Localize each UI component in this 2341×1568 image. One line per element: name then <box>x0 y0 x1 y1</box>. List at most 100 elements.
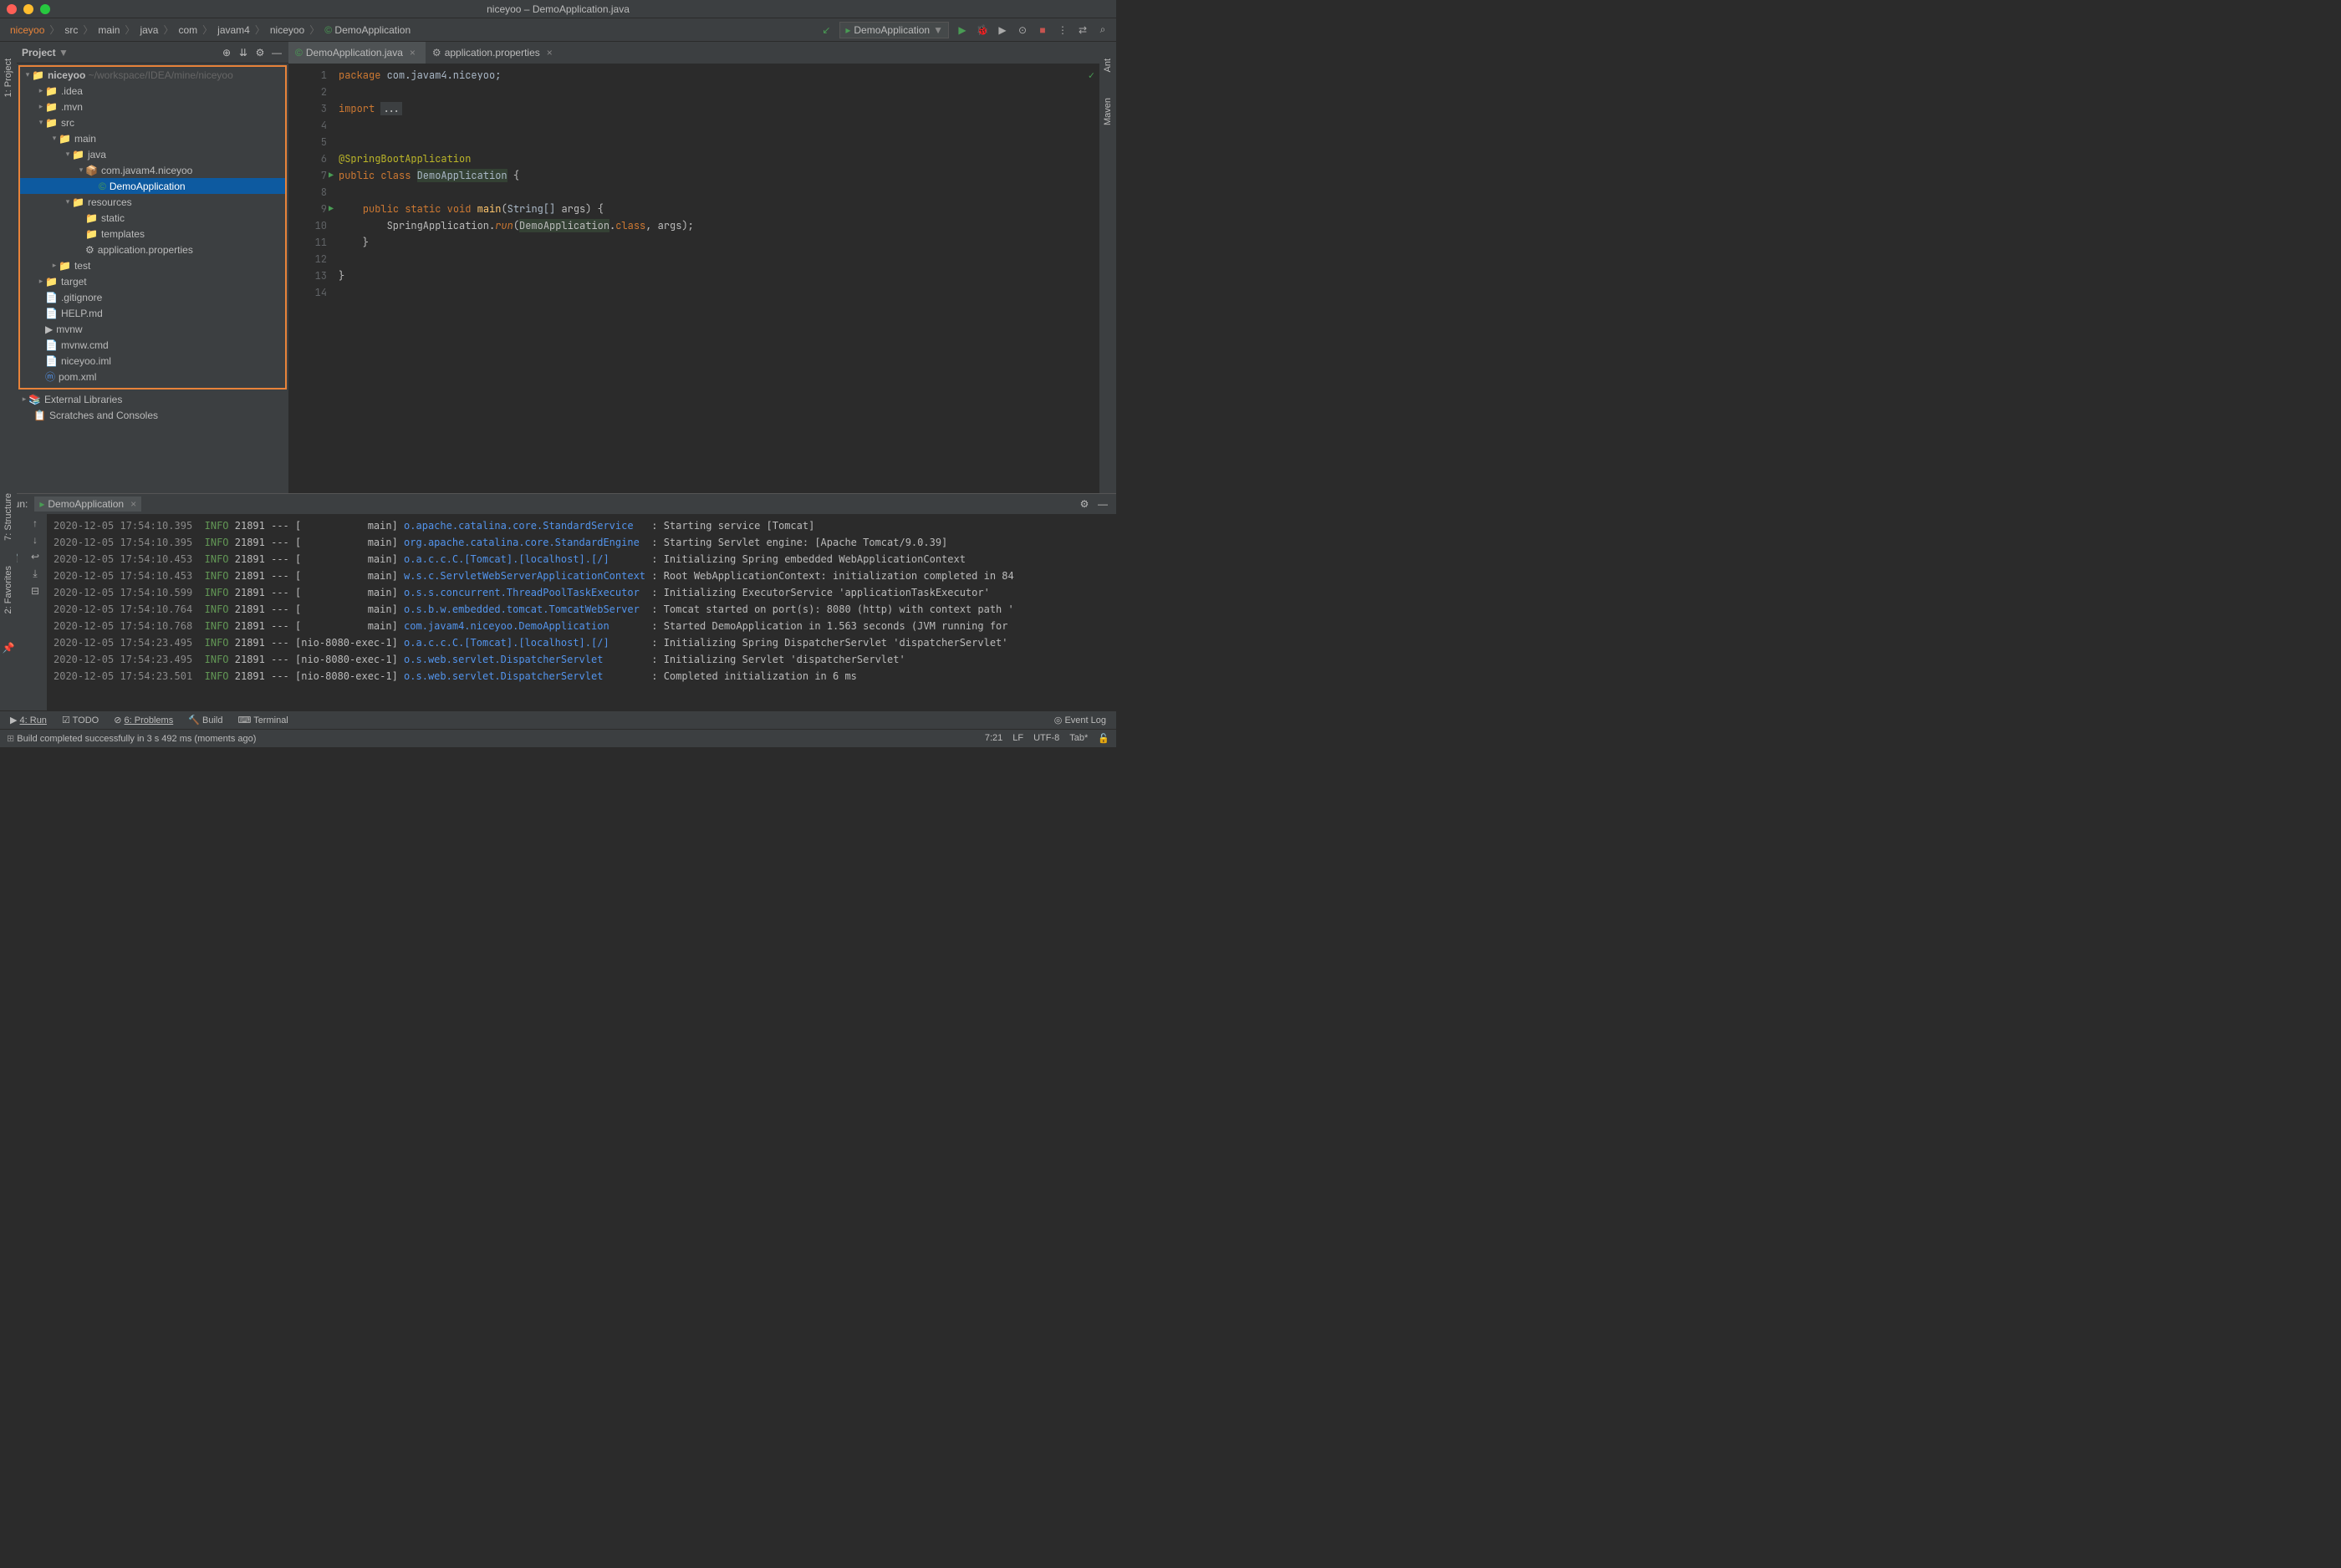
run-button[interactable]: ▶ <box>956 23 969 37</box>
lock-icon[interactable]: 🔓 <box>1098 733 1109 744</box>
close-tab-icon[interactable]: × <box>543 47 556 59</box>
breadcrumb-item[interactable]: com <box>175 24 201 36</box>
tree-item[interactable]: ©DemoApplication <box>20 178 285 194</box>
bottom-tab-run[interactable]: ▶ 4: Run <box>10 715 47 725</box>
bottom-tab-build[interactable]: 🔨 Build <box>188 715 222 725</box>
tree-item[interactable]: ▾📁resources <box>20 194 285 210</box>
log-line: 2020-12-05 17:54:10.764 INFO 21891 --- [… <box>54 601 1109 618</box>
filter-icon[interactable]: ⊟ <box>31 585 39 597</box>
more-icon[interactable]: ⋮ <box>1056 23 1069 37</box>
settings-icon[interactable]: ⚙ <box>253 46 267 59</box>
tree-item[interactable]: ▾📦com.javam4.niceyoo <box>20 162 285 178</box>
status-icon[interactable]: ⊞ <box>7 734 14 744</box>
status-message: Build completed successfully in 3 s 492 … <box>17 734 256 744</box>
sidebar-tab-project[interactable]: 1: Project <box>3 59 13 97</box>
run-settings-icon[interactable]: ⚙ <box>1078 497 1091 511</box>
tree-item[interactable]: 📄HELP.md <box>20 305 285 321</box>
maximize-window-button[interactable] <box>40 4 50 14</box>
bottom-tab-terminal[interactable]: ⌨ Terminal <box>237 715 288 725</box>
titlebar: niceyoo – DemoApplication.java <box>0 0 1116 18</box>
log-line: 2020-12-05 17:54:10.395 INFO 21891 --- [… <box>54 534 1109 551</box>
tree-item[interactable]: ▸📁target <box>20 273 285 289</box>
code-editor[interactable]: 1234567▶89▶1011121314 package com.javam4… <box>288 64 1099 493</box>
search-icon[interactable]: ⌕ <box>1096 23 1109 37</box>
breadcrumb-item[interactable]: niceyoo <box>7 24 48 36</box>
coverage-button[interactable]: ▶ <box>996 23 1009 37</box>
tree-item[interactable]: ▾📁main <box>20 130 285 146</box>
sidebar-tab-maven[interactable]: Maven <box>1103 98 1113 125</box>
run-tab[interactable]: ▸ DemoApplication × <box>34 496 141 512</box>
tree-item[interactable]: ⓜpom.xml <box>20 369 285 384</box>
console-output[interactable]: 2020-12-05 17:54:10.395 INFO 21891 --- [… <box>47 514 1116 710</box>
run-hide-icon[interactable]: — <box>1096 497 1109 511</box>
tree-item[interactable]: 📄niceyoo.iml <box>20 353 285 369</box>
bottom-tab-problems[interactable]: ⊘ 6: Problems <box>114 715 173 725</box>
breadcrumbs: niceyoo〉src〉main〉java〉com〉javam4〉niceyoo… <box>7 23 414 37</box>
editor-tabs: ©DemoApplication.java×⚙application.prope… <box>288 42 1099 64</box>
breadcrumb-item[interactable]: src <box>61 24 81 36</box>
up-icon[interactable]: ↑ <box>33 517 38 529</box>
status-bar: ⊞ Build completed successfully in 3 s 49… <box>0 729 1116 747</box>
external-libraries[interactable]: ▸ 📚 External Libraries <box>17 391 288 407</box>
wrap-icon[interactable]: ↩ <box>31 551 39 563</box>
tree-item[interactable]: ▸📁test <box>20 257 285 273</box>
run-config-select[interactable]: ▸ DemoApplication ▼ <box>839 22 949 38</box>
breadcrumb-item[interactable]: java <box>136 24 161 36</box>
breadcrumb-item[interactable]: niceyoo <box>267 24 308 36</box>
close-tab-icon[interactable]: × <box>406 47 419 59</box>
tree-item[interactable]: ▶mvnw <box>20 321 285 337</box>
inspection-ok-icon: ✓ <box>1089 69 1094 82</box>
tree-item[interactable]: 📁static <box>20 210 285 226</box>
sidebar-tab-ant[interactable]: Ant <box>1103 59 1113 73</box>
tree-root[interactable]: ▾ 📁 niceyoo ~/workspace/IDEA/mine/niceyo… <box>20 67 285 83</box>
down-icon[interactable]: ↓ <box>33 534 38 546</box>
editor-tab[interactable]: ⚙application.properties× <box>426 42 563 64</box>
event-log-button[interactable]: ◎ Event Log <box>1054 715 1106 725</box>
gutter-run-icon[interactable]: ▶ <box>329 201 334 217</box>
profile-button[interactable]: ⊙ <box>1016 23 1029 37</box>
sidebar-tab-favorites[interactable]: 2: Favorites <box>3 566 13 613</box>
log-line: 2020-12-05 17:54:10.453 INFO 21891 --- [… <box>54 551 1109 568</box>
tree-item[interactable]: 📄.gitignore <box>20 289 285 305</box>
bottom-tab-todo[interactable]: ☑ TODO <box>62 715 99 725</box>
window-title: niceyoo – DemoApplication.java <box>487 3 630 15</box>
log-line: 2020-12-05 17:54:23.495 INFO 21891 --- [… <box>54 634 1109 651</box>
run-tool-window: Run: ▸ DemoApplication × ⚙ — ↻ ■ 📷 ⤴ ⊞ 🖨… <box>0 493 1116 710</box>
scroll-icon[interactable]: ⤓ <box>33 568 37 580</box>
stop-button[interactable]: ■ <box>1036 23 1049 37</box>
project-tree[interactable]: ▾ 📁 niceyoo ~/workspace/IDEA/mine/niceyo… <box>17 64 288 493</box>
editor-tab[interactable]: ©DemoApplication.java× <box>288 42 426 64</box>
sidebar-tab-structure[interactable]: 7: Structure <box>3 493 13 541</box>
tree-item[interactable]: 📄mvnw.cmd <box>20 337 285 353</box>
vcs-icon[interactable]: ⇄ <box>1076 23 1089 37</box>
indent-setting[interactable]: Tab* <box>1069 733 1088 744</box>
editor-position[interactable]: 7:21 <box>985 733 1002 744</box>
project-tool-window: Project ▼ ⊕ ⇊ ⚙ — ▾ 📁 niceyoo ~/workspac… <box>17 42 288 493</box>
tree-item[interactable]: ▾📁src <box>20 115 285 130</box>
line-separator[interactable]: LF <box>1012 733 1023 744</box>
bottom-tool-tabs: ▶ 4: Run ☑ TODO ⊘ 6: Problems 🔨 Build ⌨ … <box>0 710 1116 729</box>
run-config-name: DemoApplication <box>854 24 930 36</box>
gutter-run-icon[interactable]: ▶ <box>329 167 334 184</box>
project-panel-title[interactable]: Project <box>22 47 56 59</box>
file-encoding[interactable]: UTF-8 <box>1033 733 1059 744</box>
hide-icon[interactable]: — <box>270 46 283 59</box>
tree-item[interactable]: ⚙application.properties <box>20 242 285 257</box>
editor-panel: ©DemoApplication.java×⚙application.prope… <box>288 42 1099 493</box>
build-icon[interactable]: ↙ <box>819 23 833 37</box>
debug-button[interactable]: 🐞 <box>976 23 989 37</box>
tree-item[interactable]: ▸📁.mvn <box>20 99 285 115</box>
minimize-window-button[interactable] <box>23 4 33 14</box>
collapse-icon[interactable]: ⇊ <box>237 46 250 59</box>
pin-icon[interactable]: 📌 <box>3 642 15 654</box>
breadcrumb-item[interactable]: © DemoApplication <box>321 24 414 36</box>
close-window-button[interactable] <box>7 4 17 14</box>
locate-icon[interactable]: ⊕ <box>220 46 233 59</box>
tree-item[interactable]: ▾📁java <box>20 146 285 162</box>
tree-item[interactable]: ▸📁.idea <box>20 83 285 99</box>
tree-item[interactable]: 📁templates <box>20 226 285 242</box>
breadcrumb-item[interactable]: javam4 <box>214 24 253 36</box>
log-line: 2020-12-05 17:54:10.395 INFO 21891 --- [… <box>54 517 1109 534</box>
breadcrumb-item[interactable]: main <box>94 24 123 36</box>
scratches-consoles[interactable]: 📋 Scratches and Consoles <box>17 407 288 423</box>
